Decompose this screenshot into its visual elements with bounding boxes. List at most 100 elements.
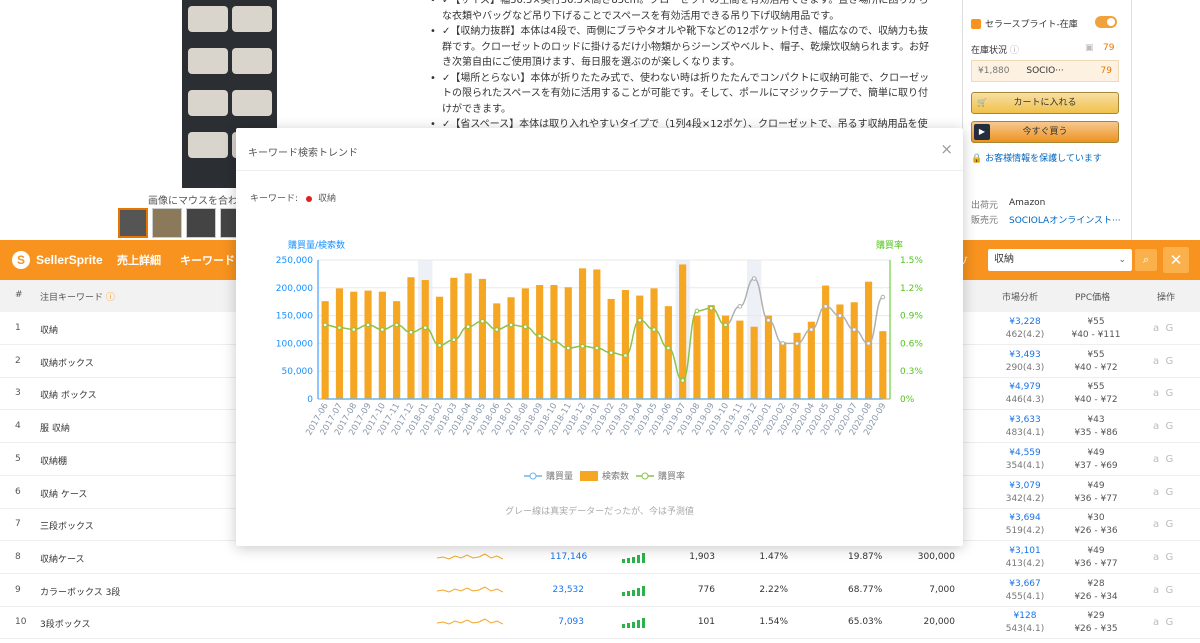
row-clicks: 101 [697,617,715,628]
conversion-rate-point [551,339,557,344]
google-icon[interactable]: G [1166,487,1174,498]
market-price[interactable]: ¥3,101 [1005,545,1045,558]
amazon-icon[interactable]: a [1153,421,1159,432]
market-price[interactable]: ¥128 [1005,610,1045,623]
google-icon[interactable]: G [1166,388,1174,399]
close-panel-button[interactable]: ✕ [1163,247,1189,273]
buy-box: セラースプライト-在庫 在庫状況 ⓘ ▣ 79 ¥1,880 SOCIO··· … [962,0,1132,240]
amazon-icon[interactable]: a [1153,454,1159,465]
chevron-down-icon[interactable]: ⌄ [1118,249,1126,271]
amazon-icon[interactable]: a [1153,356,1159,367]
amazon-icon[interactable]: a [1153,323,1159,334]
market-price[interactable]: ¥4,559 [1005,447,1045,460]
ship-from: Amazon [1009,198,1046,208]
table-row[interactable]: 10 3段ボックス 7,093 101 1.54% 65.03% 20,000 ¥128 543… [0,606,1200,640]
keyword-search-input[interactable]: 収納 ⌄ [988,249,1132,271]
search-volume-bar [807,321,815,399]
row-keyword[interactable]: 収納ケース [40,552,85,565]
market-price[interactable]: ¥3,667 [1005,578,1045,591]
search-volume-bar [350,291,358,399]
row-searches[interactable]: 117,146 [550,552,587,562]
sold-by[interactable]: SOCIOLAオンラインスト··· [1009,213,1121,226]
trend-sparkline[interactable] [437,581,503,599]
row-keyword[interactable]: 三段ボックス [40,519,94,532]
nav-sales-details[interactable]: 売上詳細 [117,252,161,268]
google-icon[interactable]: G [1166,356,1174,367]
google-icon[interactable]: G [1166,519,1174,530]
secure-info[interactable]: 🔒 お客様情報を保護しています [971,152,1121,166]
row-searches[interactable]: 7,093 [550,617,584,627]
amazon-icon[interactable]: a [1153,585,1159,596]
stock-toggle[interactable] [1095,16,1117,28]
row-keyword[interactable]: 収納棚 [40,454,67,467]
ppc-price: ¥55 ¥40 - ¥72 [1068,349,1124,375]
google-icon[interactable]: G [1166,617,1174,628]
ppc-value: ¥55 [1087,382,1105,393]
add-to-cart-button[interactable]: 🛒 カートに入れる [971,92,1119,114]
nav-keyword[interactable]: キーワード [180,252,235,268]
search-volume-bar [693,315,701,399]
row-share: 19.87% [848,551,883,562]
trend-sparkline[interactable] [437,548,503,566]
google-icon[interactable]: G [1166,585,1174,596]
ppc-price: ¥29 ¥26 - ¥35 [1068,610,1124,636]
row-keyword[interactable]: 収納 ボックス [40,388,97,401]
market-price[interactable]: ¥3,493 [1005,349,1045,362]
row-keyword[interactable]: 収納ボックス [40,356,94,369]
row-searches[interactable]: 23,532 [550,585,585,595]
product-image-slot [188,48,228,74]
ppc-price: ¥55 ¥40 - ¥111 [1068,316,1124,342]
col-rank: # [15,290,23,300]
market-price[interactable]: ¥3,228 [1005,316,1045,329]
trend-sparkline[interactable] [437,613,503,631]
table-row[interactable]: 9 カラーボックス 3段 23,532 776 2.22% 68.77% 7,000 ¥3,6… [0,574,1200,607]
secure-info-link[interactable]: お客様情報を保護しています [985,154,1102,164]
thumbnail[interactable] [186,208,216,238]
amazon-icon[interactable]: a [1153,519,1159,530]
market-analysis: ¥3,667 455(4.1) [1005,578,1045,604]
amazon-icon[interactable]: a [1153,487,1159,498]
conversion-rate-point [365,322,371,328]
conversion-rate-point [437,342,442,348]
description-bullet: ✓【収納力抜群】本体は4段で、両側にブラやタオルや靴下などの12ポケット付き、幅… [430,24,935,71]
market-price[interactable]: ¥4,979 [1005,381,1045,394]
search-volume-bar [564,287,572,399]
signal-bars-icon [622,585,645,596]
market-analysis: ¥3,101 413(4.2) [1005,545,1045,571]
thumbnail[interactable] [118,208,148,238]
y-tick-left: 0 [307,395,313,405]
conversion-rate-point [465,324,471,330]
legend-search-swatch [580,471,598,481]
camera-icon[interactable]: ▣ [1085,43,1094,53]
market-price[interactable]: ¥3,694 [1005,512,1045,525]
market-price[interactable]: ¥3,079 [1005,480,1045,493]
market-price[interactable]: ¥3,633 [1005,414,1045,427]
thumbnail[interactable] [152,208,182,238]
amazon-icon[interactable]: a [1153,388,1159,399]
ppc-value: ¥55 [1087,317,1105,327]
ppc-range: ¥37 - ¥69 [1074,460,1118,471]
conversion-rate-point [537,333,542,339]
search-button[interactable]: ⌕ [1135,249,1157,271]
row-keyword[interactable]: 収納 ケース [40,487,87,500]
row-keyword[interactable]: 収納 [40,323,58,336]
amazon-icon[interactable]: a [1153,552,1159,563]
google-icon[interactable]: G [1166,323,1174,334]
row-keyword[interactable]: カラーボックス 3段 [40,585,120,598]
row-rank: 3 [15,388,21,399]
col-keyword: 注目キーワード ⓘ [40,290,115,303]
market-analysis: ¥4,559 354(4.1) [1005,447,1045,473]
google-icon[interactable]: G [1166,552,1174,563]
buy-now-button[interactable]: ▶ 今すぐ買う [971,121,1119,143]
row-rank: 1 [15,323,21,333]
google-icon[interactable]: G [1166,421,1174,432]
ppc-price: ¥43 ¥35 - ¥86 [1068,414,1124,440]
row-keyword[interactable]: 服 収納 [40,421,70,434]
search-value: 収納 [994,254,1014,265]
row-keyword[interactable]: 3段ボックス [40,617,90,630]
conversion-rate-point [508,322,514,328]
stock-count: 79 [1103,43,1115,53]
amazon-icon[interactable]: a [1153,617,1159,628]
google-icon[interactable]: G [1166,454,1174,465]
help-icon[interactable]: ⓘ [106,293,115,303]
